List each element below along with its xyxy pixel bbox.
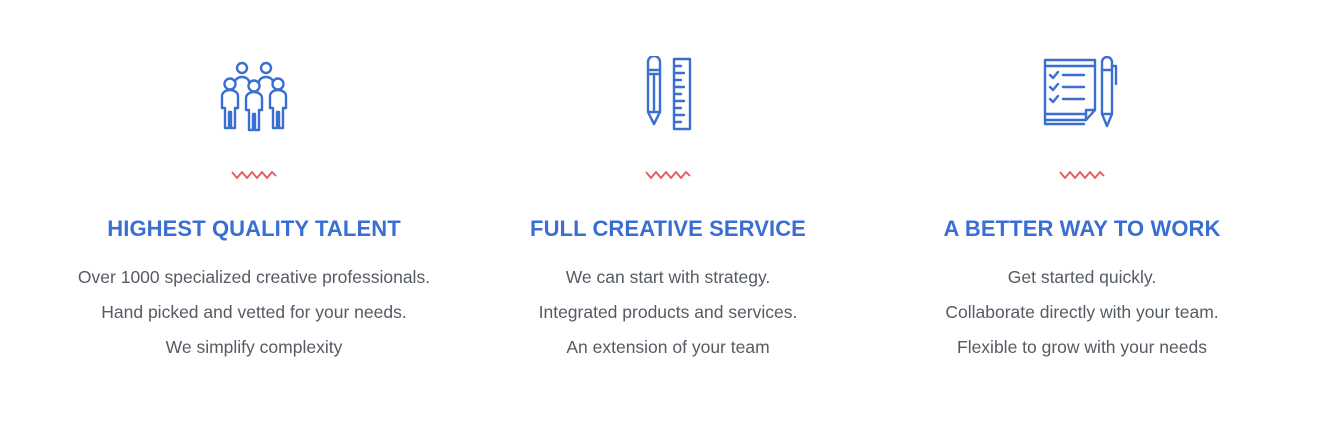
feature-title: HIGHEST QUALITY TALENT <box>107 216 401 241</box>
checklist-pen-icon <box>1040 56 1124 132</box>
team-people-icon <box>212 56 296 132</box>
feature-line: Over 1000 specialized creative professio… <box>77 267 431 287</box>
feature-title: FULL CREATIVE SERVICE <box>530 216 806 241</box>
feature-line: Hand picked and vetted for your needs. <box>101 302 407 322</box>
zigzag-divider <box>231 169 277 181</box>
feature-title: A BETTER WAY TO WORK <box>943 216 1221 241</box>
feature-line: We can start with strategy. <box>565 267 771 287</box>
zigzag-divider <box>1059 169 1105 181</box>
feature-line: An extension of your team <box>566 337 770 357</box>
features-section: HIGHEST QUALITY TALENT Over 1000 special… <box>0 0 1333 444</box>
feature-full-creative-service: FULL CREATIVE SERVICE We can start with … <box>458 0 878 444</box>
feature-better-way-to-work: A BETTER WAY TO WORK Get started quickly… <box>872 0 1292 444</box>
feature-description: Get started quickly. Collaborate directl… <box>872 260 1292 365</box>
feature-description: We can start with strategy. Integrated p… <box>458 260 878 365</box>
zigzag-divider <box>645 169 691 181</box>
feature-line: Integrated products and services. <box>538 302 798 322</box>
feature-line: Collaborate directly with your team. <box>945 302 1219 322</box>
pencil-ruler-icon <box>626 56 710 132</box>
feature-highest-quality-talent: HIGHEST QUALITY TALENT Over 1000 special… <box>44 0 464 444</box>
feature-line: Flexible to grow with your needs <box>957 337 1207 357</box>
feature-line: Get started quickly. <box>1007 267 1157 287</box>
feature-description: Over 1000 specialized creative professio… <box>44 260 464 365</box>
feature-line: We simplify complexity <box>165 337 343 357</box>
